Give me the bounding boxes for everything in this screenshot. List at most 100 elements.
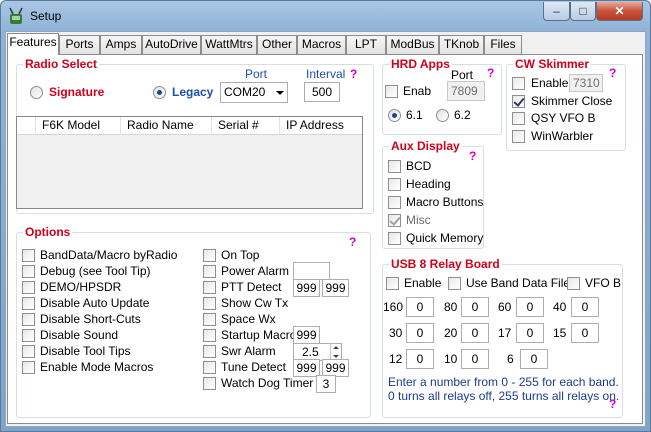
tab-lpt[interactable]: LPT bbox=[346, 35, 386, 54]
opt-show-cw-tx-label[interactable]: Show Cw Tx bbox=[221, 296, 288, 310]
ptt-detect-input-2[interactable]: 999 bbox=[322, 279, 349, 297]
options-help-icon[interactable]: ? bbox=[349, 235, 356, 249]
maximize-button[interactable]: □ bbox=[570, 2, 596, 21]
qsy-vfob-label[interactable]: QSY VFO B bbox=[531, 111, 595, 125]
aux-misc-label[interactable]: Misc bbox=[406, 213, 431, 227]
band-10-input[interactable]: 0 bbox=[461, 349, 489, 369]
aux-bcd-checkbox[interactable] bbox=[388, 160, 401, 173]
hrd-62-radio[interactable] bbox=[436, 109, 449, 122]
aux-heading-label[interactable]: Heading bbox=[406, 177, 451, 191]
relay-vfob-label[interactable]: VFO B bbox=[585, 276, 621, 290]
hrd-62-label[interactable]: 6.2 bbox=[454, 108, 471, 122]
skimmer-close-checkbox[interactable] bbox=[512, 95, 525, 108]
opt-disable-shortcuts-checkbox[interactable] bbox=[22, 313, 35, 326]
band-20-input[interactable]: 0 bbox=[461, 323, 489, 343]
qsy-vfob-checkbox[interactable] bbox=[512, 112, 525, 125]
opt-debug-checkbox[interactable] bbox=[22, 265, 35, 278]
opt-swr-alarm-checkbox[interactable] bbox=[203, 345, 216, 358]
opt-tune-detect-checkbox[interactable] bbox=[203, 361, 216, 374]
cw-enable-label[interactable]: Enable bbox=[531, 76, 568, 90]
tab-autodrive[interactable]: AutoDrive bbox=[142, 35, 201, 54]
legacy-radio[interactable] bbox=[153, 86, 166, 99]
skimmer-close-label[interactable]: Skimmer Close bbox=[531, 94, 612, 108]
use-band-data-checkbox[interactable] bbox=[448, 277, 461, 290]
relay-enable-checkbox[interactable] bbox=[386, 277, 399, 290]
radio-list-table[interactable]: F6K Model Radio Name Serial # IP Address bbox=[16, 116, 363, 209]
hrd-enab-checkbox[interactable] bbox=[385, 85, 398, 98]
tab-files[interactable]: Files bbox=[484, 35, 522, 54]
opt-banddata-label[interactable]: BandData/Macro byRadio bbox=[40, 248, 177, 262]
tab-features[interactable]: Features bbox=[7, 33, 59, 55]
col-serial[interactable]: Serial # bbox=[212, 117, 280, 135]
opt-tune-detect-label[interactable]: Tune Detect bbox=[221, 360, 286, 374]
band-6-input[interactable]: 0 bbox=[520, 349, 548, 369]
watchdog-input[interactable]: 3 bbox=[316, 375, 336, 393]
tab-tknob[interactable]: TKnob bbox=[439, 35, 484, 54]
relay-enable-label[interactable]: Enable bbox=[404, 276, 441, 290]
band-80-input[interactable]: 0 bbox=[461, 297, 489, 317]
use-band-data-label[interactable]: Use Band Data File bbox=[466, 276, 570, 290]
radio-port-combo[interactable]: COM20 bbox=[220, 82, 288, 103]
tab-wattmtrs[interactable]: WattMtrs bbox=[201, 35, 257, 54]
opt-ptt-detect-checkbox[interactable] bbox=[203, 281, 216, 294]
opt-power-alarm-label[interactable]: Power Alarm bbox=[221, 264, 289, 278]
col-ip-address[interactable]: IP Address bbox=[280, 117, 362, 135]
ptt-detect-input-1[interactable]: 999 bbox=[293, 279, 320, 297]
title-bar[interactable]: Setup – □ ✕ bbox=[1, 1, 651, 31]
opt-on-top-label[interactable]: On Top bbox=[221, 248, 259, 262]
band-160-input[interactable]: 0 bbox=[406, 297, 434, 317]
signature-radio[interactable] bbox=[30, 86, 43, 99]
opt-enable-mode-macros-checkbox[interactable] bbox=[22, 361, 35, 374]
cw-enable-checkbox[interactable] bbox=[512, 77, 525, 90]
opt-demo-checkbox[interactable] bbox=[22, 281, 35, 294]
signature-label[interactable]: Signature bbox=[49, 85, 104, 99]
aux-help-icon[interactable]: ? bbox=[469, 149, 476, 163]
opt-disable-sound-checkbox[interactable] bbox=[22, 329, 35, 342]
relay-help-icon[interactable]: ? bbox=[609, 397, 616, 411]
tab-other[interactable]: Other bbox=[257, 35, 297, 54]
opt-enable-mode-macros-label[interactable]: Enable Mode Macros bbox=[40, 360, 153, 374]
close-button[interactable]: ✕ bbox=[596, 2, 643, 21]
opt-swr-alarm-label[interactable]: Swr Alarm bbox=[221, 344, 276, 358]
band-60-input[interactable]: 0 bbox=[516, 297, 544, 317]
opt-power-alarm-checkbox[interactable] bbox=[203, 265, 216, 278]
relay-vfob-checkbox[interactable] bbox=[567, 277, 580, 290]
opt-space-wx-label[interactable]: Space Wx bbox=[221, 312, 276, 326]
opt-on-top-checkbox[interactable] bbox=[203, 249, 216, 262]
opt-debug-label[interactable]: Debug (see Tool Tip) bbox=[40, 264, 151, 278]
opt-disable-tooltips-checkbox[interactable] bbox=[22, 345, 35, 358]
band-15-input[interactable]: 0 bbox=[571, 323, 599, 343]
aux-heading-checkbox[interactable] bbox=[388, 178, 401, 191]
opt-watchdog-label[interactable]: Watch Dog Timer bbox=[221, 376, 313, 390]
band-30-input[interactable]: 0 bbox=[406, 323, 434, 343]
hrd-port-input[interactable]: 7809 bbox=[447, 81, 485, 101]
minimize-button[interactable]: – bbox=[543, 2, 570, 21]
opt-startup-macro-checkbox[interactable] bbox=[203, 329, 216, 342]
aux-bcd-label[interactable]: BCD bbox=[406, 159, 431, 173]
hrd-help-icon[interactable]: ? bbox=[487, 66, 494, 80]
opt-disable-auto-update-checkbox[interactable] bbox=[22, 297, 35, 310]
cw-enable-port-input[interactable]: 7310 bbox=[569, 74, 603, 92]
opt-disable-sound-label[interactable]: Disable Sound bbox=[40, 328, 118, 342]
startup-macro-input[interactable]: 999 bbox=[293, 326, 320, 344]
band-12-input[interactable]: 0 bbox=[406, 349, 434, 369]
hrd-61-label[interactable]: 6.1 bbox=[406, 108, 423, 122]
hrd-enab-label[interactable]: Enab bbox=[403, 84, 431, 98]
opt-space-wx-checkbox[interactable] bbox=[203, 313, 216, 326]
opt-watchdog-checkbox[interactable] bbox=[203, 377, 216, 390]
opt-show-cw-tx-checkbox[interactable] bbox=[203, 297, 216, 310]
opt-disable-auto-update-label[interactable]: Disable Auto Update bbox=[40, 296, 149, 310]
aux-quick-memory-label[interactable]: Quick Memory bbox=[406, 231, 483, 245]
opt-banddata-checkbox[interactable] bbox=[22, 249, 35, 262]
spin-up-icon[interactable] bbox=[331, 343, 341, 352]
radio-select-help-icon[interactable]: ? bbox=[350, 67, 357, 81]
aux-macro-buttons-label[interactable]: Macro Buttons bbox=[406, 195, 483, 209]
power-alarm-input[interactable] bbox=[293, 262, 330, 280]
opt-ptt-detect-label[interactable]: PTT Detect bbox=[221, 280, 281, 294]
tab-macros[interactable]: Macros bbox=[297, 35, 346, 54]
opt-demo-label[interactable]: DEMO/HPSDR bbox=[40, 280, 121, 294]
hrd-61-radio[interactable] bbox=[388, 109, 401, 122]
aux-misc-checkbox[interactable] bbox=[388, 214, 401, 227]
aux-macro-buttons-checkbox[interactable] bbox=[388, 196, 401, 209]
band-17-input[interactable]: 0 bbox=[516, 323, 544, 343]
